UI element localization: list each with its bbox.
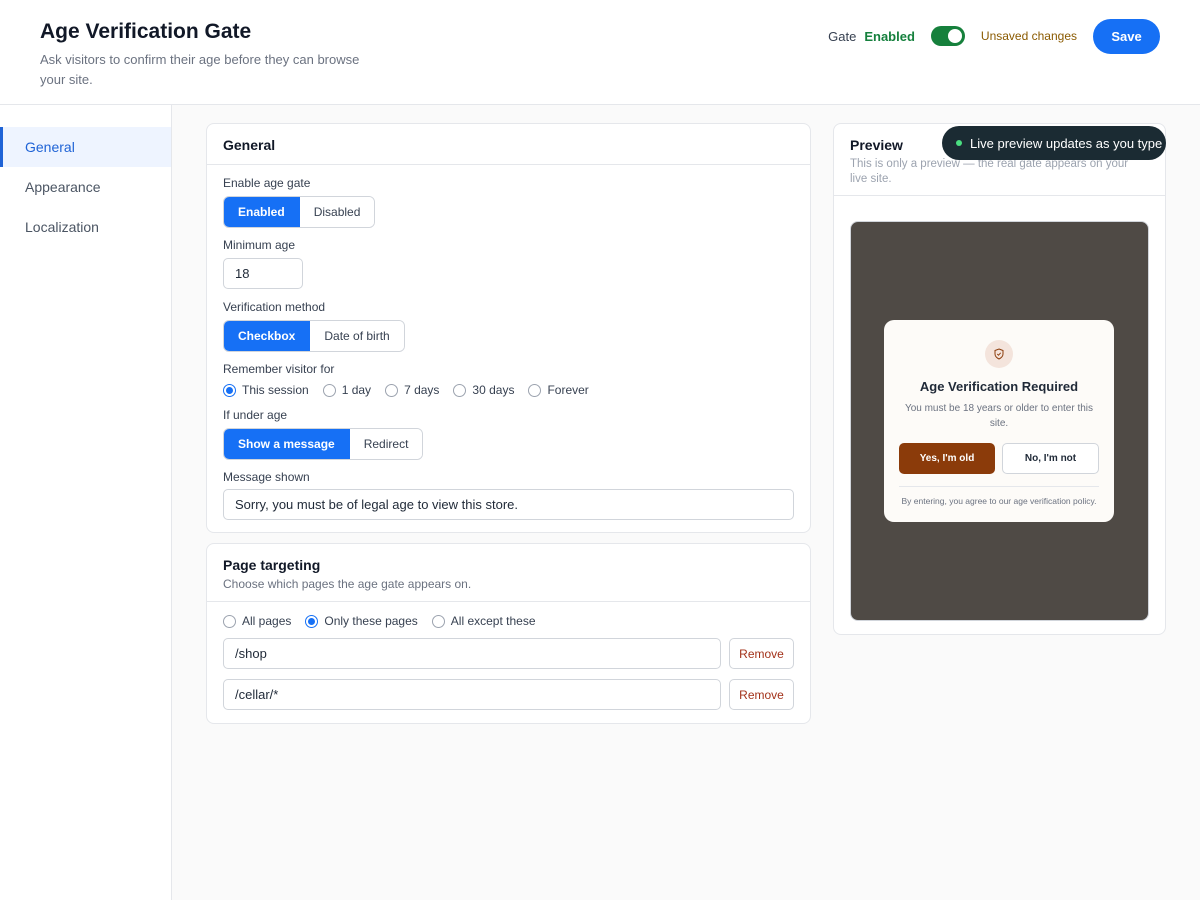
live-preview-tooltip: Live preview updates as you type (942, 126, 1166, 160)
radio-dot (223, 614, 236, 628)
radio-dot (528, 383, 542, 397)
enable-option-disabled[interactable]: Disabled (299, 197, 375, 227)
page-subtitle: Ask visitors to confirm their age before… (40, 52, 360, 87)
page-targeting-subtitle: Choose which pages the age gate appears … (223, 577, 472, 591)
radio-label: 7 days (404, 383, 440, 397)
page-targeting-card: Page targeting Choose which pages the ag… (206, 543, 811, 724)
remember-visitor-radios: This session 1 day 7 days 30 days Foreve… (223, 383, 603, 397)
remember-radio-7-days[interactable]: 7 days (385, 383, 439, 397)
unsaved-changes-indicator: Unsaved changes (980, 29, 1077, 43)
sidebar: General Appearance Localization (0, 105, 172, 900)
remove-page-button[interactable]: Remove (729, 638, 794, 669)
live-status-dot-icon (956, 140, 962, 146)
method-option-checkbox[interactable]: Checkbox (224, 321, 311, 351)
radio-dot (322, 383, 336, 397)
radio-label: This session (242, 383, 309, 397)
general-card-header: General (207, 124, 810, 165)
sidebar-item-general[interactable]: General (0, 127, 171, 167)
deny-age-button[interactable]: No, I'm not (1002, 443, 1099, 474)
remember-radio-30-days[interactable]: 30 days (453, 383, 514, 397)
radio-label: All except these (450, 614, 536, 628)
message-shown-label: Message shown (223, 470, 310, 484)
enable-gate-label: Enable age gate (223, 176, 311, 190)
verification-method-segmented: Checkbox Date of birth (223, 320, 405, 352)
general-card: General Enable age gate Enabled Disabled… (206, 123, 811, 533)
radio-dot (431, 614, 445, 628)
page-header: Age Verification Gate Ask visitors to co… (0, 0, 1200, 105)
modal-footer: By entering, you agree to our age verifi… (901, 496, 1097, 506)
page-path-input[interactable] (223, 638, 721, 669)
preview-frame: Age Verification Required You must be 18… (850, 221, 1149, 621)
verification-method-label: Verification method (223, 300, 326, 314)
under-age-label: If under age (223, 408, 288, 422)
minimum-age-input[interactable] (223, 258, 303, 289)
gate-label: Gate (828, 28, 857, 44)
under-age-option-show-message[interactable]: Show a message (224, 429, 350, 459)
method-option-date-of-birth[interactable]: Date of birth (310, 321, 404, 351)
preview-card: Preview This is only a preview — the rea… (833, 123, 1166, 635)
scope-radio-only-these-pages[interactable]: Only these pages (305, 614, 418, 628)
scope-radio-all-pages[interactable]: All pages (223, 614, 291, 628)
general-card-title: General (223, 137, 276, 153)
modal-title: Age Verification Required (919, 379, 1079, 394)
remove-page-button[interactable]: Remove (729, 679, 794, 710)
preview-subtitle: This is only a preview — the real gate a… (850, 158, 1129, 185)
page-targeting-header: Page targeting Choose which pages the ag… (207, 544, 810, 602)
radio-label: 1 day (341, 383, 372, 397)
remember-radio-this-session[interactable]: This session (223, 383, 309, 397)
remember-radio-1-day[interactable]: 1 day (322, 383, 372, 397)
radio-dot (453, 383, 467, 397)
radio-label: All pages (242, 614, 292, 628)
header-actions: Gate Enabled Unsaved changes Save (828, 18, 1160, 54)
confirm-age-button[interactable]: Yes, I'm old (899, 443, 995, 474)
message-shown-input[interactable] (223, 489, 794, 520)
radio-label: Only these pages (324, 614, 418, 628)
radio-label: 30 days (472, 383, 515, 397)
scope-radio-all-except-these[interactable]: All except these (431, 614, 536, 628)
tooltip-text: Live preview updates as you type (970, 135, 1163, 151)
modal-body: You must be 18 years or older to enter t… (904, 403, 1094, 429)
toggle-knob (947, 29, 962, 43)
modal-divider (899, 486, 1099, 487)
gate-toggle[interactable] (930, 26, 965, 46)
age-gate-modal: Age Verification Required You must be 18… (884, 320, 1114, 522)
radio-dot (223, 383, 236, 397)
gate-status: Enabled (864, 28, 915, 44)
remember-visitor-label: Remember visitor for (223, 362, 335, 376)
enable-gate-segmented: Enabled Disabled (223, 196, 376, 228)
radio-dot (305, 614, 319, 628)
sidebar-item-localization[interactable]: Localization (0, 207, 171, 247)
under-age-option-redirect[interactable]: Redirect (349, 429, 423, 459)
enable-option-enabled[interactable]: Enabled (224, 197, 300, 227)
shield-icon (985, 340, 1013, 368)
sidebar-item-appearance[interactable]: Appearance (0, 167, 171, 207)
minimum-age-label: Minimum age (223, 238, 296, 252)
radio-dot (385, 383, 399, 397)
remember-radio-forever[interactable]: Forever (528, 383, 589, 397)
radio-label: Forever (547, 383, 589, 397)
under-age-segmented: Show a message Redirect (223, 428, 424, 460)
save-button[interactable]: Save (1093, 18, 1160, 54)
page-targeting-title: Page targeting (223, 557, 321, 573)
page-scope-radios: All pages Only these pages All except th… (223, 614, 550, 628)
page-path-input[interactable] (223, 679, 721, 710)
page-title: Age Verification Gate (40, 20, 252, 43)
